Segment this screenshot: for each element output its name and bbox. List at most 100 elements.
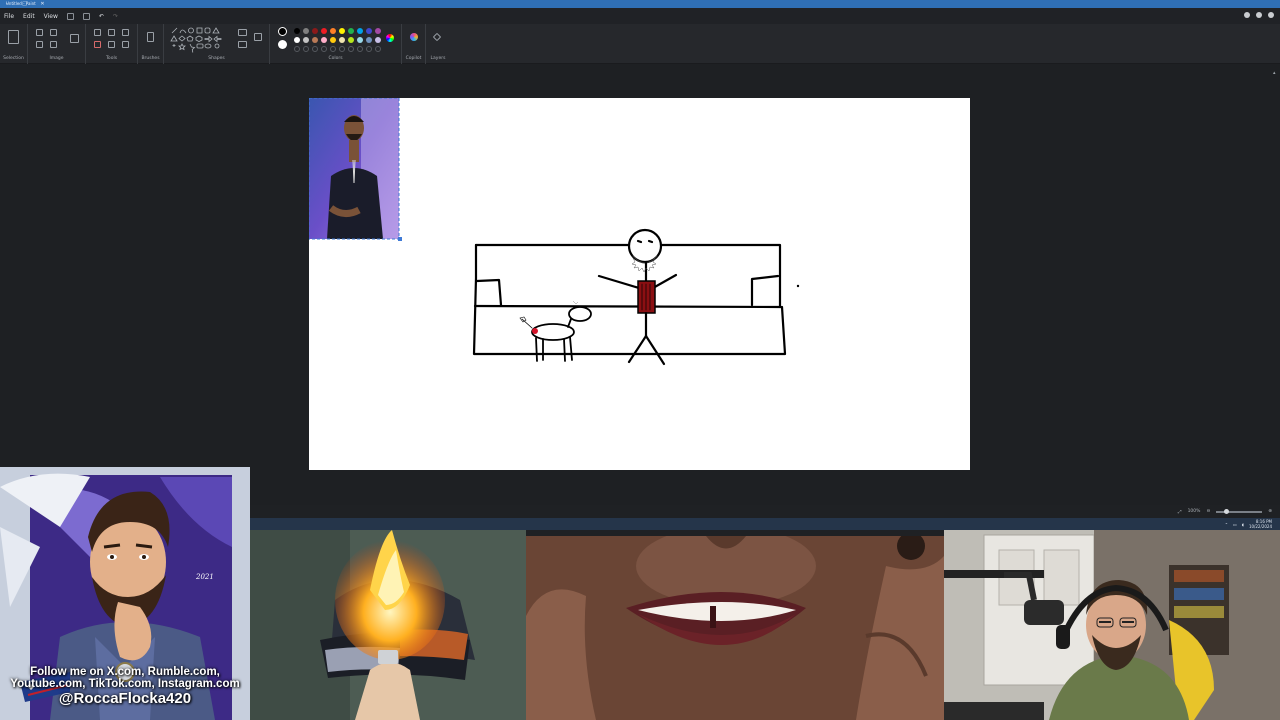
palette-swatch[interactable] — [357, 28, 363, 34]
palette-swatch[interactable] — [375, 37, 381, 43]
custom-color-slot[interactable] — [366, 46, 372, 52]
artist-signature: 2021 — [196, 573, 214, 581]
palette-swatch[interactable] — [330, 28, 336, 34]
palette-swatch[interactable] — [339, 37, 345, 43]
palette-swatch[interactable] — [348, 37, 354, 43]
palette-swatch[interactable] — [312, 37, 318, 43]
secondary-color[interactable] — [278, 40, 287, 49]
account-icon[interactable] — [1256, 12, 1262, 18]
tray-chevron-icon[interactable]: ⌃ — [1225, 522, 1228, 527]
zoom-in-icon[interactable]: ⊕ — [1268, 509, 1272, 514]
clock-date[interactable]: 10/22/2024 — [1249, 524, 1272, 529]
selection-tool[interactable] — [8, 30, 19, 44]
taskbar: ⌃ ▭ ◖ 8:16 PM 10/22/2024 — [250, 518, 1280, 530]
image-select-icon[interactable] — [70, 34, 79, 43]
zoom-out-icon[interactable]: ⊖ — [1206, 509, 1210, 514]
palette-swatch[interactable] — [321, 37, 327, 43]
palette-swatch[interactable] — [357, 37, 363, 43]
outline-icon[interactable] — [238, 29, 247, 36]
custom-color-slot[interactable] — [357, 46, 363, 52]
social-handle: @RoccaFlocka420 — [58, 690, 192, 707]
palette-swatch[interactable] — [312, 28, 318, 34]
palette-swatch[interactable] — [303, 37, 309, 43]
palette-swatch[interactable] — [330, 37, 336, 43]
smile-image — [526, 536, 944, 720]
burning-flag-panel — [250, 530, 526, 720]
primary-color[interactable] — [278, 27, 287, 36]
couch-sketch — [472, 243, 787, 356]
fill-icon[interactable] — [108, 29, 115, 36]
edit-colors-icon[interactable] — [386, 34, 394, 42]
network-icon[interactable]: ▭ — [1233, 522, 1237, 527]
follow-line-1: Follow me on X.com, Rumble.com, — [30, 666, 220, 678]
zoom-slider-thumb[interactable] — [1224, 508, 1230, 514]
custom-color-slot[interactable] — [303, 46, 309, 52]
shapes-gallery[interactable] — [170, 27, 234, 53]
zoom-slider[interactable] — [1216, 508, 1263, 514]
scroll-up-icon[interactable]: ▴ — [1273, 70, 1278, 76]
scribble-mark — [572, 300, 579, 305]
palette-swatch[interactable] — [366, 37, 372, 43]
palette-swatch[interactable] — [339, 28, 345, 34]
palette-swatch[interactable] — [294, 28, 300, 34]
layers-icon[interactable] — [432, 32, 442, 42]
magnifier-icon[interactable] — [122, 41, 129, 48]
zoom-level[interactable]: 100% — [1188, 509, 1201, 514]
palette-swatch[interactable] — [366, 28, 372, 34]
brush-icon[interactable] — [147, 32, 154, 42]
stick-figure — [597, 228, 678, 366]
menu-edit[interactable]: Edit — [23, 13, 35, 20]
text-icon[interactable] — [122, 29, 129, 36]
custom-color-slot[interactable] — [348, 46, 354, 52]
flip-icon[interactable] — [50, 41, 57, 48]
palette-swatch[interactable] — [303, 28, 309, 34]
colors-group: Colors — [270, 24, 402, 64]
red-dot — [532, 328, 538, 334]
redo-icon[interactable]: ↷ — [113, 13, 118, 20]
size-icon[interactable] — [254, 33, 262, 41]
colors-group-label: Colors — [328, 56, 343, 61]
custom-color-slot[interactable] — [321, 46, 327, 52]
tools-group: Tools — [86, 24, 138, 64]
smile-panel — [526, 536, 944, 720]
menu-bar: File Edit View ↶ ↷ — [0, 8, 1280, 24]
custom-color-slot[interactable] — [330, 46, 336, 52]
undo-icon[interactable]: ↶ — [99, 13, 104, 20]
window-controls[interactable]: – □ ✕ — [6, 0, 1274, 8]
layers-group: Layers — [426, 24, 450, 64]
palette-swatch[interactable] — [294, 37, 300, 43]
crop-icon[interactable] — [36, 29, 43, 36]
copilot-icon[interactable] — [410, 33, 418, 41]
menu-view[interactable]: View — [44, 13, 58, 20]
custom-color-slot[interactable] — [339, 46, 345, 52]
resize-icon[interactable] — [50, 29, 57, 36]
brushes-group: Brushes — [138, 24, 164, 64]
custom-color-slot[interactable] — [312, 46, 318, 52]
eraser-icon[interactable] — [94, 41, 101, 48]
palette-swatch[interactable] — [348, 28, 354, 34]
stray-dot — [796, 284, 800, 288]
pasted-photo[interactable] — [308, 97, 402, 241]
fill-shape-icon[interactable] — [238, 41, 247, 48]
image-group: Image — [28, 24, 86, 64]
save-icon[interactable] — [66, 12, 74, 20]
custom-color-slot[interactable] — [294, 46, 300, 52]
custom-color-slot[interactable] — [375, 46, 381, 52]
drawing-canvas[interactable] — [308, 97, 970, 470]
image-group-label: Image — [49, 56, 64, 61]
share-icon[interactable] — [82, 12, 90, 20]
volume-icon[interactable]: ◖ — [1242, 522, 1244, 527]
settings-icon[interactable] — [1268, 12, 1274, 18]
palette-swatch[interactable] — [375, 28, 381, 34]
menu-file[interactable]: File — [4, 13, 14, 20]
palette-swatch[interactable] — [321, 28, 327, 34]
fit-to-window-icon[interactable]: ⤢ — [1178, 509, 1182, 515]
history-icon[interactable] — [1244, 12, 1250, 18]
color-picker-icon[interactable] — [108, 41, 115, 48]
pencil-icon[interactable] — [94, 29, 101, 36]
vertical-scrollbar[interactable]: ▴ ▾ — [1273, 70, 1278, 511]
rotate-icon[interactable] — [36, 41, 43, 48]
canvas-drawing — [308, 97, 800, 366]
brushes-group-label: Brushes — [141, 56, 160, 61]
layers-group-label: Layers — [430, 56, 446, 61]
